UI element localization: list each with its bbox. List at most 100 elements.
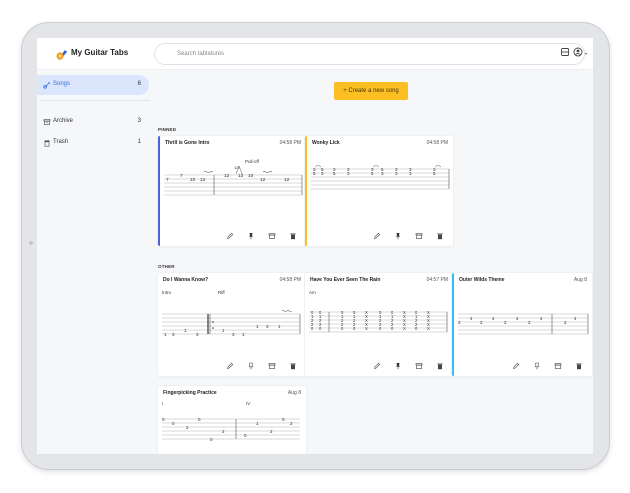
technique-annotation: Pull-off [245,159,260,164]
tab-preview: 2 4 2 4 2 4 2 4 2 4 [458,313,589,335]
top-bar: My Guitar Tabs Search tablatures ▾ [37,38,593,70]
svg-text:0: 0 [319,326,322,331]
view-toggle-icon[interactable] [559,46,571,58]
edit-icon[interactable] [226,362,234,370]
song-time: Aug 8 [287,390,301,396]
svg-text:7: 7 [180,173,183,179]
svg-text:2: 2 [528,320,531,325]
song-title: Do I Wanna Know? [163,277,209,283]
section-label-left: I [162,401,163,406]
svg-text:2: 2 [564,320,567,325]
section-label-right: IV [246,401,250,406]
svg-text:0: 0 [282,417,285,422]
pin-outline-icon[interactable] [533,362,541,370]
edit-icon[interactable] [373,232,381,240]
delete-icon[interactable] [289,362,297,370]
card-actions [373,362,449,372]
svg-text:2: 2 [458,320,461,325]
song-title: Wonky Lick [312,140,340,146]
song-card[interactable]: Thrill is Gone Intro 04:58 PM Pull-off 1… [158,136,306,246]
search-input[interactable]: Search tablatures [154,43,585,65]
svg-text:X: X [427,326,430,331]
svg-text:5: 5 [371,171,374,176]
sidebar-item-trash[interactable]: Trash 1 [37,133,149,153]
svg-text:4: 4 [516,316,519,321]
svg-text:1: 1 [164,332,167,337]
song-card[interactable]: Wonky Lick 04:58 PM 35 53 35 33 35 5 3 3… [305,136,453,246]
archive-icon[interactable] [415,362,423,370]
svg-text:3: 3 [381,171,384,176]
trash-icon [44,140,50,147]
delete-icon[interactable] [575,362,583,370]
song-time: 04:58 PM [279,140,301,146]
svg-text:12: 12 [238,173,244,179]
svg-text:3: 3 [232,332,235,337]
pin-icon[interactable] [394,362,402,370]
svg-text:12: 12 [260,177,266,183]
svg-text:0: 0 [353,326,356,331]
svg-text:10: 10 [248,173,254,179]
delete-icon[interactable] [436,362,444,370]
song-time: Aug 8 [573,277,587,283]
pin-outline-icon[interactable] [247,362,255,370]
account-dropdown-icon[interactable]: ▾ [585,51,587,56]
song-card[interactable]: Fingerpicking Practice Aug 8 I IV 0020 0… [158,386,306,454]
song-card[interactable]: Do I Wanna Know? 04:58 PM Intro Riff 1 3… [158,273,306,376]
edit-icon[interactable] [226,232,234,240]
song-time: 04:58 PM [426,140,448,146]
svg-text:2: 2 [504,320,507,325]
search-placeholder: Search tablatures [177,51,225,57]
sidebar-item-archive[interactable]: Archive 3 [37,112,149,132]
song-title: Outer Wilds Theme [459,277,505,283]
edit-icon[interactable] [512,362,520,370]
section-label-right: Riff [218,290,225,295]
card-actions [226,232,302,242]
pin-icon[interactable] [394,232,402,240]
sidebar-item-count: 3 [137,118,141,124]
svg-text:3: 3 [347,171,350,176]
archive-icon[interactable] [415,232,423,240]
song-card[interactable]: Have You Ever Seen The Rain 04:57 PM Am … [305,273,453,376]
archive-icon[interactable] [554,362,562,370]
svg-text:0: 0 [210,437,213,442]
svg-text:4: 4 [540,316,543,321]
pin-icon[interactable] [247,232,255,240]
card-actions [373,232,449,242]
chord-label: Am [309,290,316,295]
svg-text:3: 3 [196,332,199,337]
svg-text:2: 2 [480,320,483,325]
svg-text:1: 1 [256,324,259,329]
tablet-frame: My Guitar Tabs Search tablatures ▾ Songs… [21,22,610,470]
camera-dot [29,241,33,245]
account-icon[interactable] [572,46,584,58]
svg-text:2: 2 [222,429,225,434]
archive-icon[interactable] [268,232,276,240]
svg-text:0: 0 [198,417,201,422]
svg-text:5: 5 [333,171,336,176]
svg-text:1: 1 [256,421,259,426]
svg-text:10: 10 [190,177,196,183]
sidebar-item-count: 6 [137,81,141,87]
svg-text:3: 3 [266,324,269,329]
edit-icon[interactable] [373,362,381,370]
svg-text:X: X [365,326,368,331]
sidebar-item-songs[interactable]: Songs 6 [37,75,149,95]
svg-text:0: 0 [172,421,175,426]
svg-text:0: 0 [244,433,247,438]
create-song-button[interactable]: + Create a new song [334,82,408,100]
sidebar-divider [40,100,150,101]
svg-text:2: 2 [270,429,273,434]
song-card[interactable]: Outer Wilds Theme Aug 8 2 4 2 4 2 4 2 4 2 4 [452,273,592,376]
delete-icon[interactable] [289,232,297,240]
sidebar-item-label: Songs [53,81,71,87]
svg-text:0: 0 [162,417,165,422]
svg-text:2: 2 [290,421,293,426]
svg-text:0: 0 [391,326,394,331]
tab-preview: Am 01220 01220 01220 01220 XXXXX 01220 0… [309,290,448,333]
tab-preview: 35 53 35 33 35 53 33 33 35 [311,165,450,190]
archive-icon[interactable] [268,362,276,370]
tab-preview: I IV 0020 02 01202 [162,401,300,442]
svg-text:1: 1 [222,328,225,333]
delete-icon[interactable] [436,232,444,240]
svg-text:1: 1 [184,328,187,333]
